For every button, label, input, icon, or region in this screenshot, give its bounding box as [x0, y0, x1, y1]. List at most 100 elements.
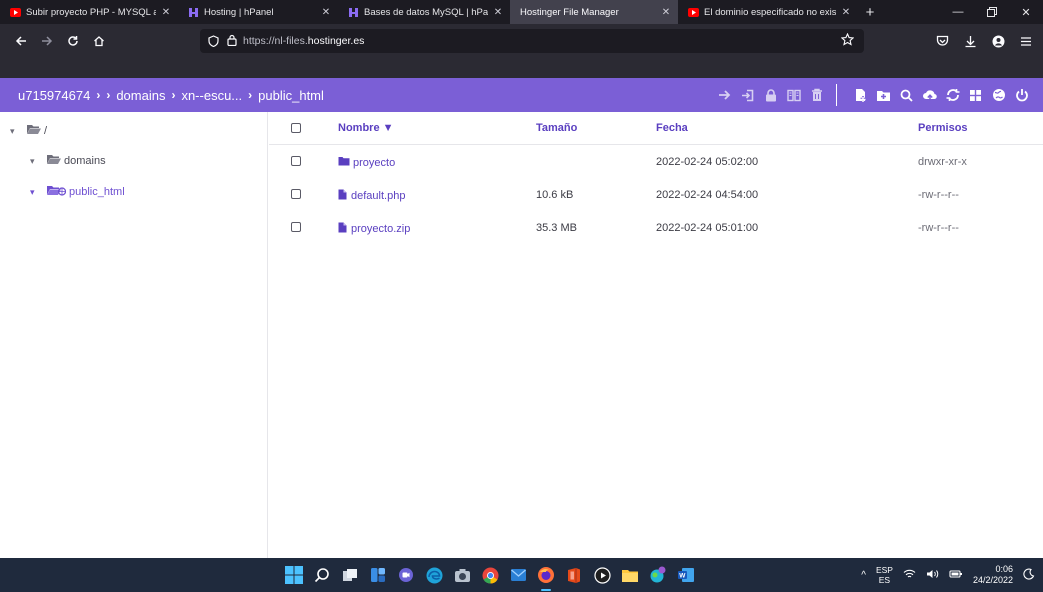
new-file-button[interactable]: [849, 84, 872, 106]
row-checkbox[interactable]: [291, 156, 301, 166]
website-button[interactable]: [987, 84, 1010, 106]
file-explorer-button[interactable]: [620, 565, 640, 585]
close-window-button[interactable]: ✕: [1009, 0, 1043, 24]
refresh-button[interactable]: [941, 84, 964, 106]
chevron-down-icon[interactable]: ▾: [30, 187, 40, 198]
word-button[interactable]: W: [676, 565, 696, 585]
firefox-button[interactable]: [536, 565, 556, 591]
chevron-down-icon[interactable]: ▾: [10, 126, 20, 137]
delete-button[interactable]: [805, 84, 828, 106]
forward-button[interactable]: [36, 30, 58, 52]
tab-subir-proyecto[interactable]: Subir proyecto PHP - MYSQL a ✕: [0, 0, 178, 24]
file-permissions-cell[interactable]: -rw-r--r--: [918, 222, 959, 234]
breadcrumb-root[interactable]: u715974674: [18, 88, 90, 103]
folder-open-icon: [26, 124, 42, 138]
file-permissions-cell[interactable]: drwxr-xr-x: [918, 156, 967, 168]
bookmark-star-icon[interactable]: [840, 32, 855, 49]
minimize-button[interactable]: —: [941, 0, 975, 24]
breadcrumb-domain[interactable]: xn--escu...: [181, 88, 242, 103]
table-row[interactable]: proyecto.zip 35.3 MB 2022-02-24 05:01:00…: [269, 211, 1043, 244]
battery-icon[interactable]: [949, 569, 963, 581]
tree-item-domains[interactable]: ▾ domains: [30, 154, 106, 168]
tree-item-public-html[interactable]: ▾ public_html: [30, 185, 125, 199]
search-button[interactable]: [895, 84, 918, 106]
column-header-size[interactable]: Tamaño: [536, 122, 577, 134]
close-icon[interactable]: ✕: [492, 7, 504, 18]
file-date-cell: 2022-02-24 05:02:00: [656, 156, 759, 168]
menu-button[interactable]: [1017, 30, 1035, 52]
column-header-permissions[interactable]: Permisos: [918, 122, 968, 134]
notifications-icon[interactable]: [1023, 568, 1035, 582]
office-button[interactable]: [564, 565, 584, 585]
tab-title: Hosting | hPanel: [204, 6, 274, 18]
permissions-button[interactable]: [759, 84, 782, 106]
windows-start-button[interactable]: [284, 565, 304, 585]
language-indicator[interactable]: ESP ES: [876, 565, 893, 585]
mail-button[interactable]: [508, 565, 528, 585]
edge-browser-button[interactable]: [424, 565, 444, 585]
chevron-up-icon[interactable]: ^: [861, 570, 866, 581]
media-player-button[interactable]: [592, 565, 612, 585]
extract-button[interactable]: [782, 84, 805, 106]
tab-file-manager[interactable]: Hostinger File Manager ✕: [510, 0, 678, 24]
file-name-cell[interactable]: proyecto: [338, 156, 395, 169]
task-view-button[interactable]: [340, 565, 360, 585]
downloads-button[interactable]: [961, 30, 979, 52]
column-header-name[interactable]: Nombre ▼: [338, 122, 394, 134]
trash-icon: [811, 88, 822, 101]
row-checkbox[interactable]: [291, 222, 301, 232]
new-tab-button[interactable]: +: [858, 0, 882, 24]
account-button[interactable]: [989, 30, 1007, 52]
breadcrumb-domains[interactable]: domains: [116, 88, 165, 103]
tab-dominio-especificado[interactable]: El dominio especificado no exis ✕: [678, 0, 858, 24]
close-icon[interactable]: ✕: [840, 7, 852, 18]
taskbar-search-button[interactable]: [312, 565, 332, 585]
file-name-cell[interactable]: proyecto.zip: [338, 222, 410, 236]
table-row[interactable]: proyecto 2022-02-24 05:02:00 drwxr-xr-x: [269, 145, 1043, 178]
grid-view-button[interactable]: [964, 84, 987, 106]
close-icon[interactable]: ✕: [660, 7, 672, 18]
close-icon[interactable]: ✕: [160, 7, 172, 18]
folder-open-icon: [46, 154, 62, 168]
volume-icon[interactable]: [926, 569, 939, 581]
pocket-button[interactable]: [933, 30, 951, 52]
tab-hosting-hpanel[interactable]: Hosting | hPanel ✕: [178, 0, 338, 24]
clock[interactable]: 0:06 24/2/2022: [973, 564, 1013, 586]
home-button[interactable]: [88, 30, 110, 52]
shield-icon: [208, 35, 219, 47]
address-bar[interactable]: https://nl-files. hostinger.es: [200, 29, 864, 53]
select-all-checkbox[interactable]: [291, 123, 301, 133]
column-header-date[interactable]: Fecha: [656, 122, 688, 134]
widgets-button[interactable]: [368, 565, 388, 585]
rename-button[interactable]: [736, 84, 759, 106]
widgets-icon: [371, 568, 385, 582]
colorful-app-button[interactable]: [648, 565, 668, 585]
file-name-cell[interactable]: default.php: [338, 189, 405, 203]
move-button[interactable]: [713, 84, 736, 106]
close-icon[interactable]: ✕: [320, 7, 332, 18]
chevron-down-icon[interactable]: ▾: [30, 156, 40, 167]
camera-app-button[interactable]: [452, 565, 472, 585]
maximize-button[interactable]: [975, 0, 1009, 24]
restore-icon: [987, 7, 997, 17]
wifi-icon[interactable]: [903, 569, 916, 581]
new-folder-button[interactable]: [872, 84, 895, 106]
archive-icon: [786, 89, 801, 101]
table-row[interactable]: default.php 10.6 kB 2022-02-24 04:54:00 …: [269, 178, 1043, 211]
upload-button[interactable]: [918, 84, 941, 106]
row-checkbox[interactable]: [291, 189, 301, 199]
logout-button[interactable]: [1010, 84, 1033, 106]
back-button[interactable]: [10, 30, 32, 52]
chevron-right-icon: ›: [248, 88, 253, 102]
cloud-upload-icon: [922, 89, 937, 101]
reload-button[interactable]: [62, 30, 84, 52]
page-top-strip: [0, 58, 1043, 78]
breadcrumb-public-html[interactable]: public_html: [258, 88, 324, 103]
power-icon: [1015, 89, 1028, 102]
teams-chat-button[interactable]: [396, 565, 416, 585]
tree-item-root[interactable]: ▾ /: [10, 124, 47, 138]
chrome-button[interactable]: [480, 565, 500, 585]
tab-bases-de-datos[interactable]: Bases de datos MySQL | hPanel ✕: [338, 0, 510, 24]
file-permissions-cell[interactable]: -rw-r--r--: [918, 189, 959, 201]
chevron-right-icon: ›: [106, 88, 111, 102]
